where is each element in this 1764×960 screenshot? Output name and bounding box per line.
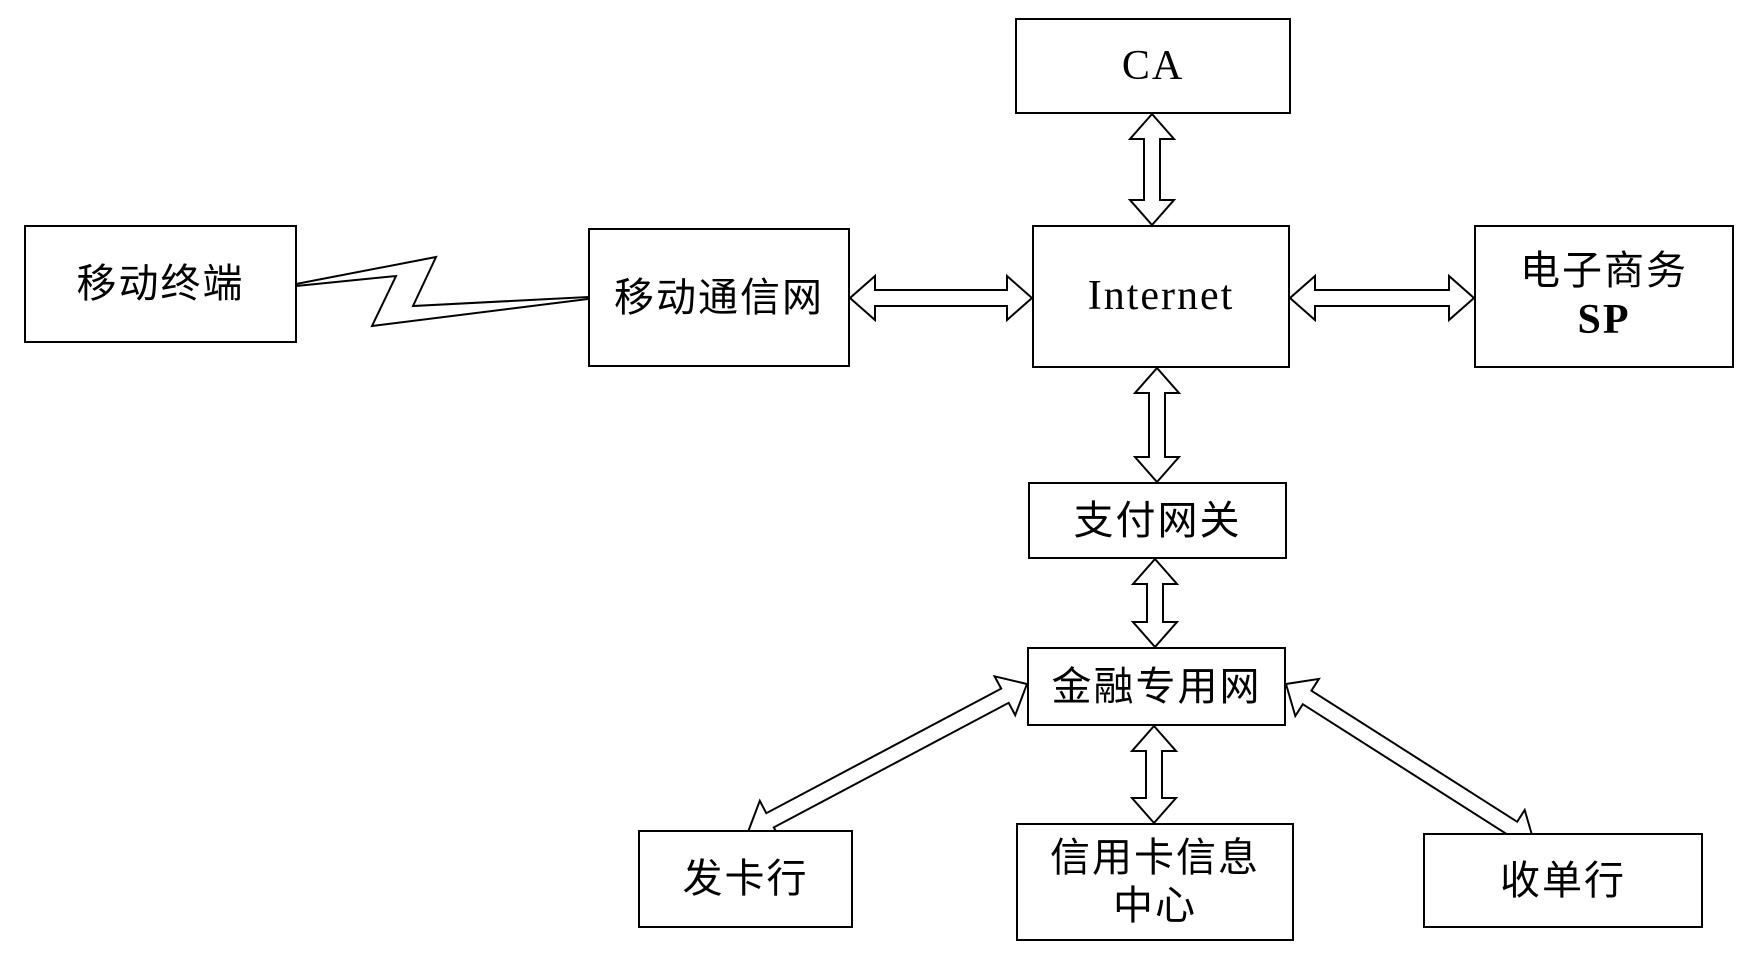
node-credit-card-center-label-line2: 中心 [1113,883,1197,929]
arrow-financial-network-issuing-bank-icon [746,674,1029,842]
node-acquiring-bank: 收单行 [1423,833,1703,928]
node-acquiring-bank-label: 收单行 [1500,857,1626,904]
node-mobile-terminal: 移动终端 [24,225,297,343]
arrow-internet-payment-gateway-icon [1132,366,1182,484]
node-issuing-bank-label: 发卡行 [682,856,809,902]
node-payment-gateway-label: 支付网关 [1073,497,1242,544]
node-ca: CA [1015,18,1291,114]
node-credit-card-center-label-line1: 信用卡信息 [1050,835,1260,881]
node-mobile-network-label: 移动通信网 [614,274,824,321]
node-ecommerce-sp: 电子商务 SP [1474,225,1734,368]
connectors-layer [295,112,1536,849]
arrow-financial-network-credit-card-center-icon [1129,724,1179,825]
node-issuing-bank: 发卡行 [638,830,853,928]
node-mobile-network: 移动通信网 [588,228,850,367]
node-ecommerce-sp-label-line1: 电子商务 [1520,248,1688,295]
arrow-ca-internet-icon [1127,112,1177,227]
node-internet-label: Internet [1087,273,1235,320]
node-financial-network: 金融专用网 [1027,647,1286,726]
wireless-link-icon [295,255,589,328]
node-payment-gateway: 支付网关 [1028,482,1287,559]
arrow-financial-network-acquiring-bank-icon [1284,677,1536,849]
payment-architecture-diagram: 移动终端 移动通信网 CA Internet 电子商务 SP 支付网关 金融专用… [0,0,1764,960]
node-financial-network-label: 金融专用网 [1051,663,1262,710]
node-ca-label: CA [1121,42,1185,89]
node-credit-card-center: 信用卡信息 中心 [1016,823,1294,941]
arrow-payment-gateway-financial-network-icon [1130,557,1180,649]
arrow-mobile-network-internet-icon [848,273,1034,323]
node-ecommerce-sp-label-line2: SP [1577,297,1631,344]
node-mobile-terminal-label: 移动终端 [76,261,245,307]
node-internet: Internet [1032,225,1290,368]
arrow-internet-ecommerce-sp-icon [1288,273,1476,323]
